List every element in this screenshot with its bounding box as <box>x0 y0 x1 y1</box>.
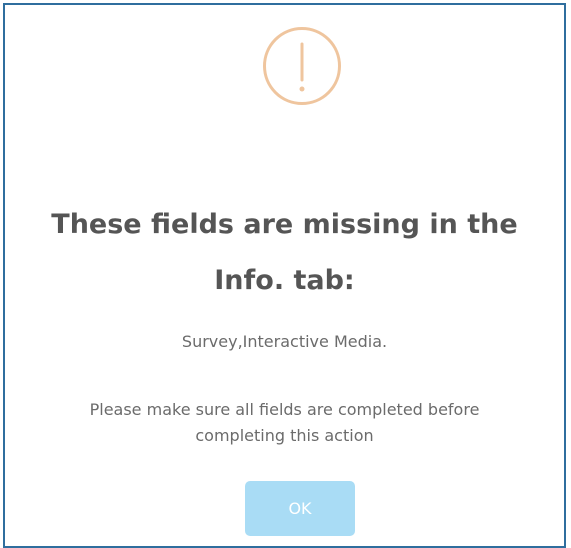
ok-button[interactable]: OK <box>245 481 355 536</box>
dialog-message-line-2: completing this action <box>195 426 374 445</box>
missing-fields-dialog: These fields are missing in the Info. ta… <box>3 3 566 548</box>
exclamation-mark-icon <box>299 42 305 92</box>
dialog-title: These fields are missing in the Info. ta… <box>5 197 564 309</box>
exclamation-circle-icon <box>263 27 341 105</box>
dialog-title-line-2: Info. tab: <box>214 265 355 296</box>
dialog-title-line-1: These fields are missing in the <box>51 209 518 240</box>
missing-fields-list: Survey,Interactive Media. <box>181 332 388 351</box>
dialog-message: Please make sure all fields are complete… <box>25 397 544 449</box>
dialog-message-line-1: Please make sure all fields are complete… <box>89 400 480 419</box>
